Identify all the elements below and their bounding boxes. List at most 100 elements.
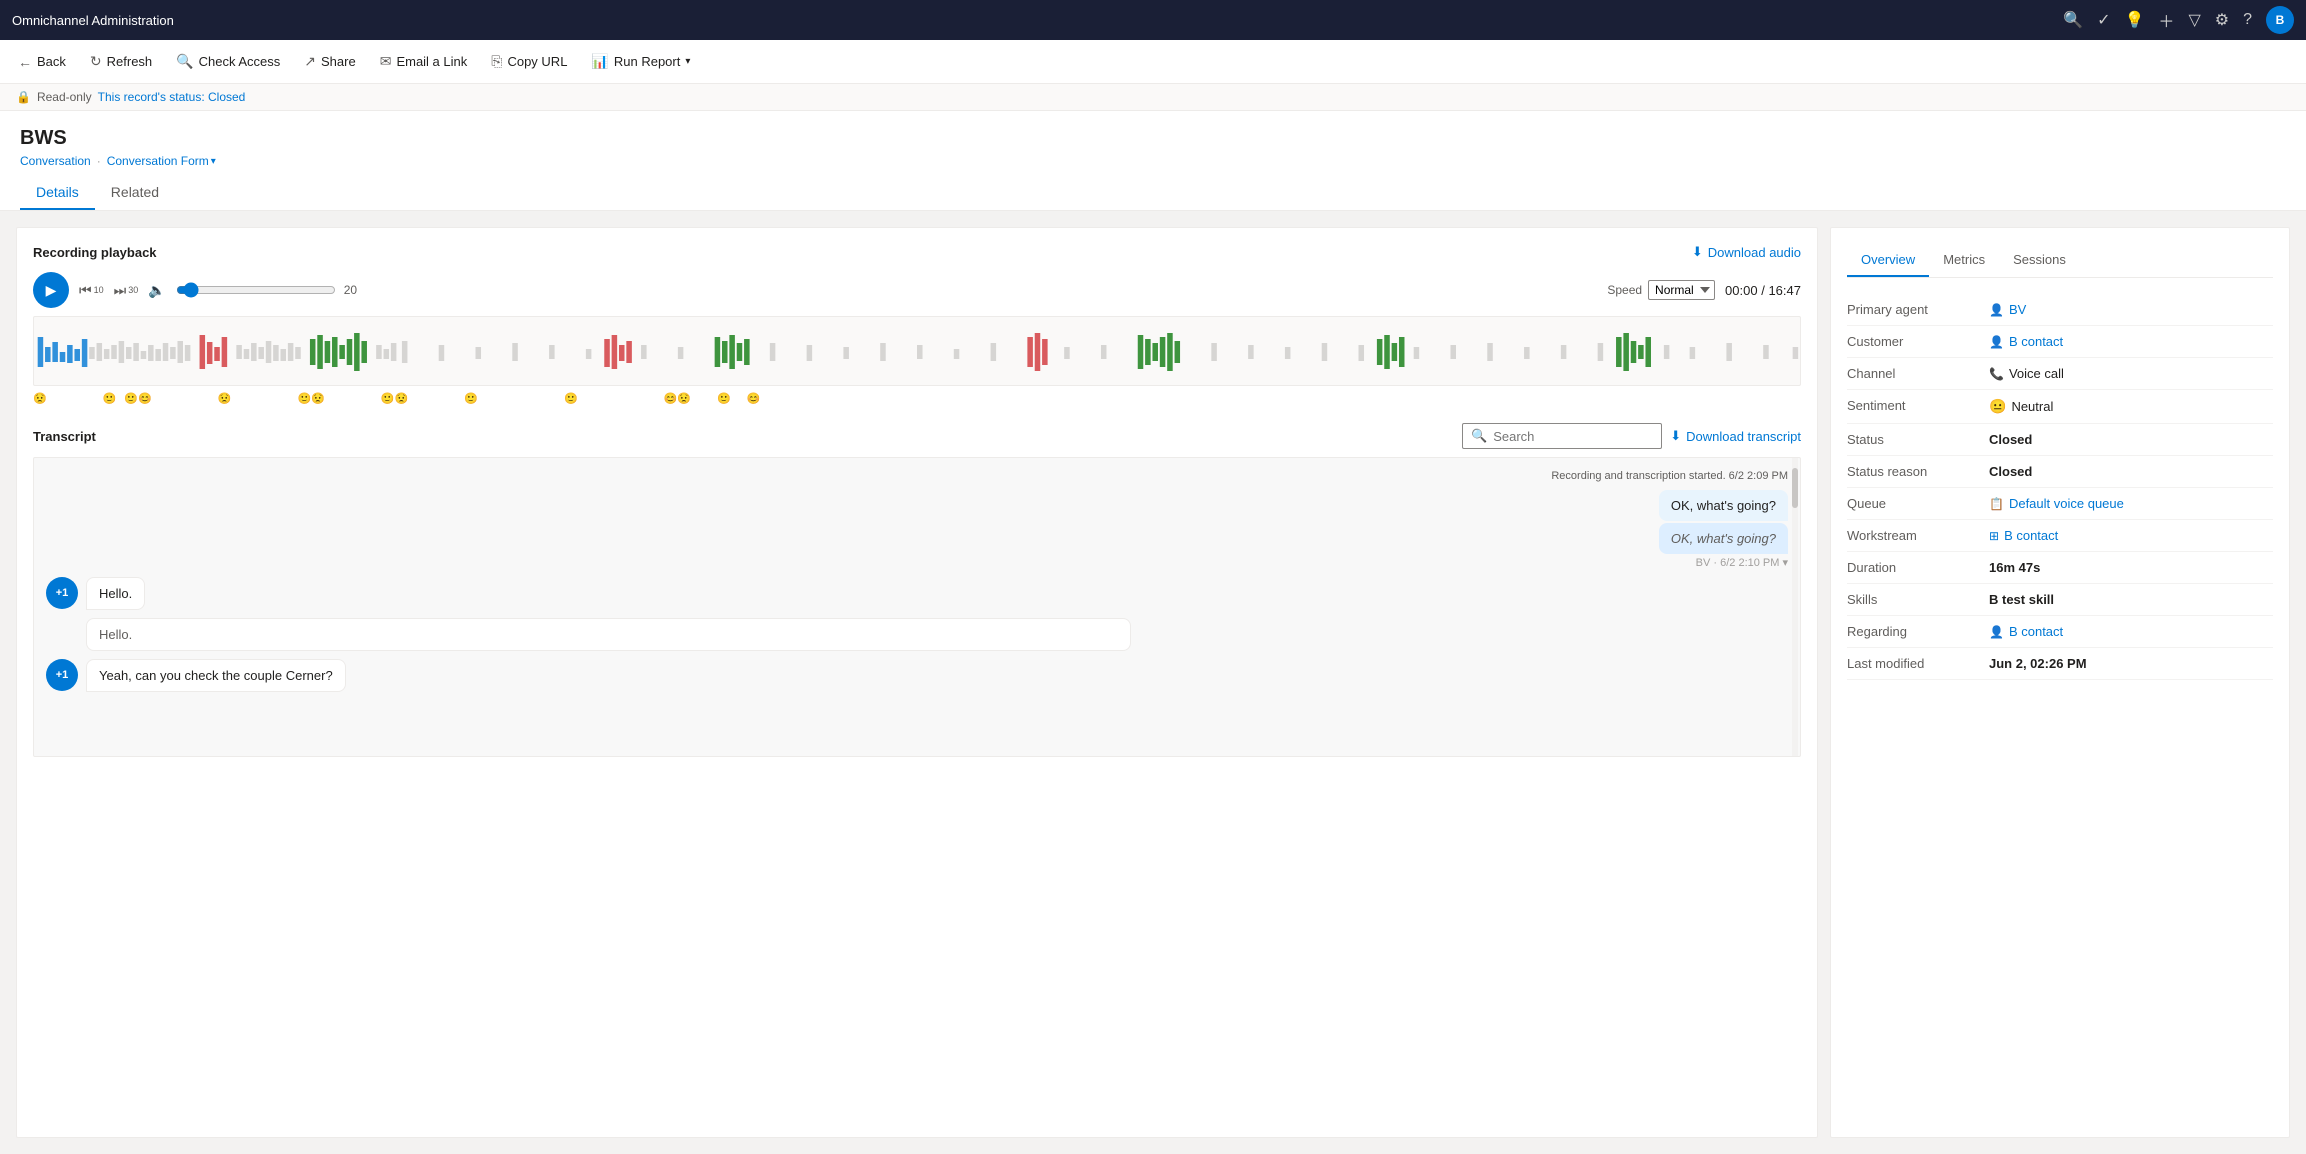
workstream-icon: ⊞ — [1989, 529, 1999, 543]
top-navbar: Omnichannel Administration 🔍 ✓ 💡 ＋ ▽ ⚙ ?… — [0, 0, 2306, 40]
bubble-left-1: Hello. — [86, 577, 145, 610]
refresh-icon: ↻ — [90, 53, 102, 70]
app-title: Omnichannel Administration — [12, 13, 174, 28]
recording-title: Recording playback — [33, 245, 157, 260]
emotion-row: 😟 🙂 🙂😊 😟 🙂😟 🙂😟 🙂 🙂 😊😟 🙂 😊 — [33, 390, 1801, 407]
download-audio-button[interactable]: ⬇ Download audio — [1692, 244, 1801, 260]
message-left-2: +1 Yeah, can you check the couple Cerner… — [46, 659, 1788, 692]
bubble-left-echo-1: Hello. — [86, 618, 1131, 651]
skip-back-button[interactable]: ⏮ 10 — [79, 282, 104, 299]
customer-person-icon: 👤 — [1989, 335, 2004, 349]
page-header: BWS Conversation · Conversation Form ▾ D… — [0, 111, 2306, 211]
phone-icon: 📞 — [1989, 367, 2004, 381]
message-left-1: +1 Hello. — [46, 577, 1788, 610]
regarding-link[interactable]: B contact — [2009, 624, 2063, 639]
avatar-2: +1 — [46, 659, 78, 691]
transcript-header: Transcript 🔍 ⬇ Download transcript — [33, 423, 1801, 449]
waveform-container[interactable] — [33, 316, 1801, 386]
bubble-left-2: Yeah, can you check the couple Cerner? — [86, 659, 346, 692]
speed-select[interactable]: Normal 0.5x 0.75x 1.25x 1.5x 2x — [1648, 280, 1715, 300]
scroll-indicator — [1792, 458, 1798, 756]
help-icon[interactable]: ? — [2243, 11, 2252, 29]
share-icon: ↗ — [304, 53, 316, 70]
check-access-icon: 🔍 — [176, 53, 193, 70]
transcript-title: Transcript — [33, 429, 96, 444]
skip-forward-icon: ⏭ — [114, 282, 127, 299]
seek-slider[interactable] — [176, 282, 336, 298]
breadcrumb: Conversation · Conversation Form ▾ — [20, 154, 2286, 168]
bubble-right-ghost-1: OK, what's going? — [1659, 523, 1788, 554]
settings-icon[interactable]: ⚙ — [2215, 10, 2229, 30]
back-button[interactable]: ← Back — [8, 50, 76, 74]
msg-meta-right-1: BV · 6/2 2:10 PM ▾ — [1696, 556, 1788, 569]
breadcrumb-conversation[interactable]: Conversation — [20, 154, 91, 168]
transcript-system-message: Recording and transcription started. 6/2… — [46, 470, 1788, 482]
filter-icon[interactable]: ▽ — [2188, 10, 2200, 30]
info-table: Primary agent 👤 BV Customer 👤 B contact … — [1847, 294, 2273, 680]
email-link-button[interactable]: ✉ Email a Link — [370, 49, 478, 74]
volume-button[interactable]: 🔈 — [148, 282, 165, 299]
regarding-icon: 👤 — [1989, 625, 2004, 639]
skip-back-icon: ⏮ — [79, 282, 92, 299]
info-row-duration: Duration 16m 47s — [1847, 552, 2273, 584]
right-panel: Overview Metrics Sessions Primary agent … — [1830, 227, 2290, 1138]
tab-overview[interactable]: Overview — [1847, 244, 1929, 277]
search-icon[interactable]: 🔍 — [2063, 10, 2083, 30]
info-row-primary-agent: Primary agent 👤 BV — [1847, 294, 2273, 326]
info-row-sentiment: Sentiment 😐 Neutral — [1847, 390, 2273, 424]
tab-metrics[interactable]: Metrics — [1929, 244, 1999, 277]
plus-icon[interactable]: ＋ — [2158, 8, 2174, 32]
play-button[interactable]: ▶ — [33, 272, 69, 308]
checkmark-circle-icon[interactable]: ✓ — [2097, 10, 2110, 30]
run-report-button[interactable]: 📊 Run Report ▾ — [581, 49, 700, 74]
queue-link[interactable]: Default voice queue — [2009, 496, 2124, 511]
transcript-body: Recording and transcription started. 6/2… — [33, 457, 1801, 757]
person-icon: 👤 — [1989, 303, 2004, 317]
copy-url-button[interactable]: ⎘ Copy URL — [481, 49, 577, 74]
report-icon: 📊 — [591, 53, 608, 70]
audio-player: ▶ ⏮ 10 ⏭ 30 🔈 20 Speed Normal 0.5x 0.75x — [33, 272, 1801, 308]
transcript-controls: 🔍 ⬇ Download transcript — [1462, 423, 1801, 449]
info-row-workstream: Workstream ⊞ B contact — [1847, 520, 2273, 552]
main-content: Recording playback ⬇ Download audio ▶ ⏮ … — [0, 211, 2306, 1154]
tab-details[interactable]: Details — [20, 176, 95, 210]
right-tabs: Overview Metrics Sessions — [1847, 244, 2273, 278]
recording-header: Recording playback ⬇ Download audio — [33, 244, 1801, 260]
lock-icon: 🔒 — [16, 90, 31, 104]
bubble-right-1: OK, what's going? — [1659, 490, 1788, 521]
queue-icon: 📋 — [1989, 497, 2004, 511]
info-row-channel: Channel 📞 Voice call — [1847, 358, 2273, 390]
lightbulb-icon[interactable]: 💡 — [2125, 10, 2145, 30]
check-access-button[interactable]: 🔍 Check Access — [166, 49, 290, 74]
download-transcript-button[interactable]: ⬇ Download transcript — [1670, 428, 1801, 444]
info-row-status: Status Closed — [1847, 424, 2273, 456]
search-icon: 🔍 — [1471, 428, 1487, 444]
workstream-link[interactable]: B contact — [2004, 528, 2058, 543]
readonly-banner: 🔒 Read-only This record's status: Closed — [0, 84, 2306, 111]
page-title: BWS — [20, 127, 2286, 150]
info-row-customer: Customer 👤 B contact — [1847, 326, 2273, 358]
seek-bar: 20 — [176, 282, 1598, 298]
email-icon: ✉ — [380, 53, 392, 70]
tab-sessions[interactable]: Sessions — [1999, 244, 2080, 277]
skip-forward-button[interactable]: ⏭ 30 — [114, 282, 139, 299]
avatar-1: +1 — [46, 577, 78, 609]
tab-related[interactable]: Related — [95, 176, 175, 210]
customer-link[interactable]: B contact — [2009, 334, 2063, 349]
search-input[interactable] — [1493, 429, 1653, 444]
neutral-icon: 😐 — [1989, 398, 2006, 415]
waveform-svg — [34, 317, 1800, 386]
page-tabs: Details Related — [20, 176, 2286, 210]
info-row-status-reason: Status reason Closed — [1847, 456, 2273, 488]
primary-agent-link[interactable]: BV — [2009, 302, 2026, 317]
breadcrumb-form-dropdown[interactable]: Conversation Form ▾ — [107, 154, 216, 168]
user-avatar[interactable]: B — [2266, 6, 2294, 34]
download-audio-icon: ⬇ — [1692, 244, 1703, 260]
info-row-queue: Queue 📋 Default voice queue — [1847, 488, 2273, 520]
left-panel: Recording playback ⬇ Download audio ▶ ⏮ … — [16, 227, 1818, 1138]
share-button[interactable]: ↗ Share — [294, 49, 365, 74]
refresh-button[interactable]: ↻ Refresh — [80, 49, 162, 74]
toolbar: ← Back ↻ Refresh 🔍 Check Access ↗ Share … — [0, 40, 2306, 84]
copy-icon: ⎘ — [491, 53, 502, 70]
message-right-1: OK, what's going? OK, what's going? BV ·… — [46, 490, 1788, 569]
